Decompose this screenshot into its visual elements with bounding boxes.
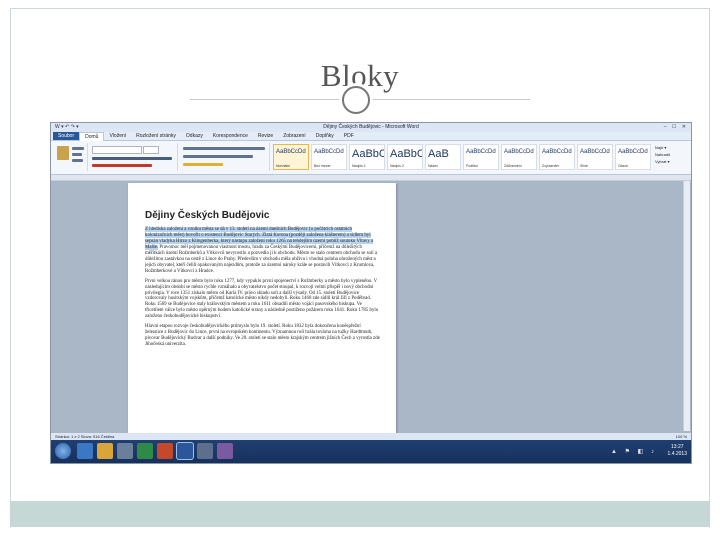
font-name-select[interactable] [92, 146, 142, 154]
editing-group: Najít ▾ Nahradit Vybrat ▾ [655, 144, 689, 165]
app-icon[interactable] [197, 443, 213, 459]
style-sample: AaB [428, 148, 449, 160]
window-titlebar: W ▾ ↶ ↷ ▾ Dějiny Českých Budějovic - Mic… [51, 123, 691, 132]
style-name: Citace [618, 164, 628, 168]
style-name: Zdůraznění [504, 164, 522, 168]
tray-icons[interactable]: ▲ ⚑ ◧ ♪ [611, 448, 657, 455]
style-item[interactable]: AaBbC Nadpis 1 [349, 144, 385, 170]
document-paragraph: První velkou ránou pro město bylo roku 1… [145, 279, 380, 321]
slide-border [10, 8, 710, 9]
tab-7[interactable]: Zobrazení [278, 132, 311, 140]
tab-9[interactable]: PDF [339, 132, 359, 140]
paragraph-text: Hlavní etapou rozvoje českobudějovického… [145, 324, 380, 348]
window-title: Dějiny Českých Budějovic - Microsoft Wor… [323, 124, 419, 130]
style-name: Zvýraznění [542, 164, 560, 168]
word-icon[interactable] [177, 443, 193, 459]
styles-gallery[interactable]: AaBbCcDd Normální AaBbCcDd Bez mezer AaBbC Na… [273, 144, 651, 170]
editing-command[interactable]: Najít ▾ [655, 144, 689, 151]
paragraph-text: Pravomoc měl pojmenovanou vlastnost most… [145, 244, 378, 274]
status-bar: Stránka: 1 z 2 Slova: 516 Čeština 100 % [51, 433, 691, 440]
tab-6[interactable]: Revize [253, 132, 278, 140]
document-body[interactable]: Z hlediska založení a vzniku města se dá… [145, 227, 380, 352]
clock-date: 1.4.2013 [667, 451, 687, 457]
style-sample: AaBbCcDd [276, 149, 306, 155]
folder-icon[interactable] [97, 443, 113, 459]
taskbar: ▲ ⚑ ◧ ♪ 13:27 1.4.2013 [51, 440, 691, 463]
paste-icon [57, 146, 69, 160]
document-paragraph: Z hlediska založení a vzniku města se dá… [145, 227, 380, 275]
style-item[interactable]: AaBbC Nadpis 2 [387, 144, 423, 170]
font-group[interactable] [89, 143, 178, 171]
style-sample: AaBbC [390, 148, 423, 160]
slide-bottom-band [10, 501, 710, 527]
style-sample: AaBbCcDd [466, 149, 496, 155]
clock[interactable]: 13:27 1.4.2013 [668, 444, 687, 458]
style-name: Silné [580, 164, 588, 168]
tab-0[interactable]: Soubor [53, 132, 80, 140]
tab-1[interactable]: Domů [79, 131, 105, 141]
app-icon[interactable] [217, 443, 233, 459]
style-item[interactable]: AaBbCcDd Zdůraznění [501, 144, 537, 170]
style-name: Název [428, 164, 438, 168]
style-name: Bez mezer [314, 164, 331, 168]
tab-2[interactable]: Vložení [104, 132, 131, 140]
style-sample: AaBbCcDd [618, 149, 648, 155]
style-item[interactable]: AaBbCcDd Bez mezer [311, 144, 347, 170]
status-text: Stránka: 1 z 2 Slova: 516 Čeština [55, 434, 115, 439]
excel-icon[interactable] [137, 443, 153, 459]
tab-5[interactable]: Korespondence [208, 132, 253, 140]
clock-time: 13:27 [671, 444, 684, 450]
style-sample: AaBbCcDd [542, 149, 572, 155]
style-sample: AaBbCcDd [504, 149, 534, 155]
style-item[interactable]: AaBbCcDd Zvýraznění [539, 144, 575, 170]
tab-3[interactable]: Rozložení stránky [131, 132, 181, 140]
ie-icon[interactable] [77, 443, 93, 459]
ribbon-tabs: Soubor Domů Vložení Rozložení stránky Odkazy… [51, 131, 691, 141]
style-name: Nadpis 2 [390, 164, 404, 168]
style-sample: AaBbCcDd [580, 149, 610, 155]
document-page[interactable]: Dějiny Českých Budějovic Z hlediska zalo… [128, 183, 396, 445]
editing-command[interactable]: Vybrat ▾ [655, 158, 689, 165]
style-name: Podtitul [466, 164, 478, 168]
font-size-select[interactable] [143, 146, 159, 154]
style-item[interactable]: AaBbCcDd Podtitul [463, 144, 499, 170]
vertical-scrollbar[interactable] [683, 181, 690, 431]
document-paragraph: Hlavní etapou rozvoje českobudějovického… [145, 324, 380, 348]
style-name: Normální [276, 164, 291, 168]
media-icon[interactable] [117, 443, 133, 459]
tab-4[interactable]: Odkazy [181, 132, 208, 140]
word-screenshot: W ▾ ↶ ↷ ▾ Dějiny Českých Budějovic - Mic… [50, 122, 692, 464]
style-item[interactable]: AaBbCcDd Silné [577, 144, 613, 170]
style-sample: AaBbC [352, 148, 385, 160]
title-ring-ornament [342, 86, 370, 114]
document-title: Dějiny Českých Budějovic [145, 210, 270, 221]
paragraph-text: První velkou ránou pro město bylo roku 1… [145, 278, 379, 320]
powerpoint-icon[interactable] [157, 443, 173, 459]
style-item[interactable]: AaBbCcDd Normální [273, 144, 309, 170]
zoom-level[interactable]: 100 % [676, 433, 687, 440]
document-area: Dějiny Českých Budějovic Z hlediska zalo… [51, 181, 691, 445]
paragraph-group[interactable] [179, 143, 270, 171]
editing-command[interactable]: Nahradit [655, 151, 689, 158]
ribbon: AaBbCcDd Normální AaBbCcDd Bez mezer AaBbC Na… [51, 141, 691, 175]
style-item[interactable]: AaB Název [425, 144, 461, 170]
start-button-icon[interactable] [55, 443, 71, 459]
clipboard-group[interactable] [53, 143, 88, 171]
style-name: Nadpis 1 [352, 164, 366, 168]
window-controls[interactable]: – ☐ ✕ [664, 124, 688, 130]
style-item[interactable]: AaBbCcDd Citace [615, 144, 651, 170]
style-sample: AaBbCcDd [314, 149, 344, 155]
tab-8[interactable]: Doplňky [311, 132, 339, 140]
